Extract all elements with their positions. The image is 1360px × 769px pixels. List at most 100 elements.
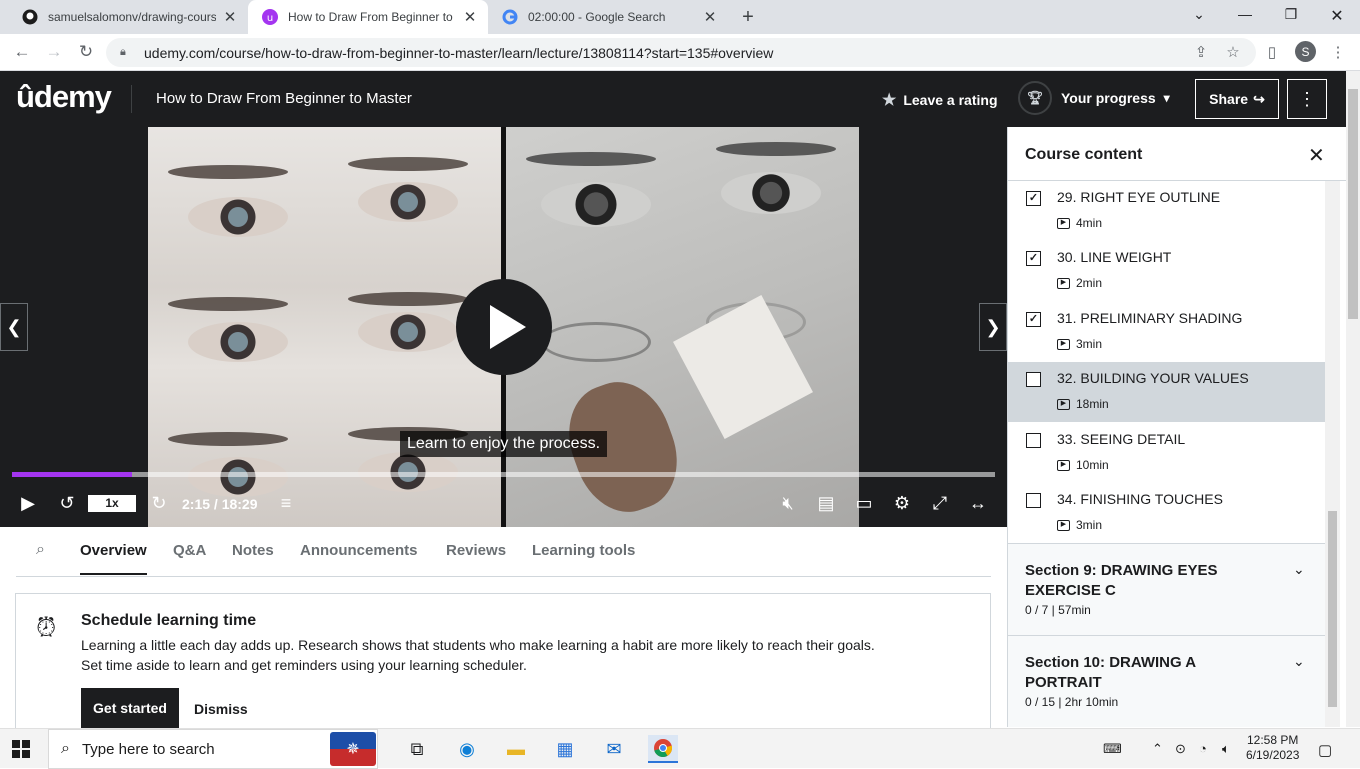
tab-reviews[interactable]: Reviews [446, 542, 506, 559]
notifications-icon[interactable]: ▢ [1318, 741, 1332, 759]
mail-icon[interactable]: ✉ [599, 735, 629, 763]
course-title[interactable]: How to Draw From Beginner to Master [156, 90, 412, 107]
edge-browser-icon[interactable]: ◉ [452, 735, 482, 763]
lecture-item[interactable]: ✓ 30. LINE WEIGHT ▶ 2min [1008, 241, 1326, 301]
clock-time: 12:58 PM [1247, 733, 1299, 747]
system-clock[interactable]: 12:58 PM 6/19/2023 [1246, 733, 1299, 763]
close-tab-icon[interactable]: ✕ [222, 8, 238, 26]
restore-icon[interactable]: ❐ [1276, 6, 1306, 23]
get-started-button[interactable]: Get started [81, 688, 179, 728]
wifi-icon[interactable]: ◔ [1199, 741, 1207, 756]
side-panel-icon[interactable]: ▯ [1262, 43, 1282, 61]
lecture-item[interactable]: ✓ 31. PRELIMINARY SHADING ▶ 3min [1008, 302, 1326, 362]
leave-rating-button[interactable]: ★ Leave a rating [882, 90, 998, 110]
lecture-item[interactable]: 32. BUILDING YOUR VALUES ▶ 18min [1008, 362, 1326, 422]
tray-chevron-up-icon[interactable]: ⌃ [1152, 741, 1163, 757]
progress-bar[interactable] [12, 472, 995, 477]
close-sidebar-icon[interactable]: ✕ [1308, 143, 1325, 168]
fullscreen-icon[interactable]: ⤢ [928, 493, 952, 514]
keyboard-icon[interactable]: ⌨ [1103, 741, 1122, 757]
browser-tab-google[interactable]: 02:00:00 - Google Search ✕ [488, 0, 728, 34]
captions-icon[interactable]: ▭ [852, 493, 876, 514]
tab-search-chevron-icon[interactable]: ⌄ [1184, 6, 1214, 23]
browser-tab-udemy[interactable]: u How to Draw From Beginner to M ✕ [248, 0, 488, 34]
close-tab-icon[interactable]: ✕ [462, 8, 478, 26]
tab-qa[interactable]: Q&A [173, 542, 206, 559]
dismiss-button[interactable]: Dismiss [194, 701, 248, 717]
previous-lecture-button[interactable]: ❮ [0, 303, 28, 351]
add-note-icon[interactable]: ≡ [274, 493, 298, 514]
lecture-checkbox[interactable]: ✓ [1026, 312, 1041, 327]
browser-tab-github[interactable]: samuelsalomonv/drawing-course ✕ [8, 0, 248, 34]
header-divider [131, 85, 132, 113]
next-lecture-button[interactable]: ❯ [979, 303, 1007, 351]
lecture-checkbox[interactable]: ✓ [1026, 191, 1041, 206]
chrome-taskbar-icon[interactable] [648, 735, 678, 763]
lecture-duration-text: 3min [1076, 518, 1103, 532]
sidebar-scrollbar[interactable] [1325, 181, 1340, 727]
chrome-menu-icon[interactable]: ⋮ [1328, 43, 1348, 61]
transcript-icon[interactable]: ▤ [814, 493, 838, 514]
minimize-icon[interactable]: — [1230, 6, 1260, 22]
share-button[interactable]: Share ↪ [1195, 79, 1279, 119]
section-item[interactable]: Section 10: DRAWING A PORTRAIT 0 / 15 | … [1008, 635, 1326, 727]
lecture-checkbox[interactable] [1026, 372, 1041, 387]
rewind-5-icon[interactable]: ↺ [55, 493, 79, 514]
lecture-checkbox[interactable]: ✓ [1026, 251, 1041, 266]
network-icon[interactable]: ⊙ [1175, 741, 1186, 757]
microsoft-store-icon[interactable]: ▦ [550, 735, 580, 763]
course-content-sidebar: Course content ✕ ✓ 29. RIGHT EYE OUTLINE ▶… [1007, 127, 1346, 727]
tab-notes[interactable]: Notes [232, 542, 274, 559]
video-player[interactable]: ❮ ❯ Learn to enjoy the process. ▶ ↺ 1x ↻… [0, 127, 1007, 527]
tab-learning-tools[interactable]: Learning tools [532, 542, 635, 559]
taskbar-search-box[interactable]: ⌕ Type here to search [48, 729, 378, 769]
more-options-button[interactable]: ⋮ [1287, 79, 1327, 119]
lecture-item[interactable]: ✓ 29. RIGHT EYE OUTLINE ▶ 4min [1008, 181, 1326, 241]
schedule-title: Schedule learning time [81, 612, 257, 629]
tab-announcements[interactable]: Announcements [300, 542, 418, 559]
search-icon[interactable]: ⌕ [36, 541, 45, 559]
share-page-icon[interactable]: ⇪ [1191, 43, 1211, 61]
speaker-icon[interactable]: 🔈︎ [1222, 741, 1230, 757]
lecture-duration: ▶ 10min [1057, 458, 1109, 472]
schedule-description: Learning a little each day adds up. Rese… [81, 635, 941, 675]
page-scrollbar[interactable] [1346, 71, 1360, 727]
forward-5-icon[interactable]: ↻ [147, 493, 171, 514]
lecture-item[interactable]: 33. SEEING DETAIL ▶ 10min [1008, 423, 1326, 483]
url-omnibox[interactable]: 🔒︎ udemy.com/course/how-to-draw-from-beg… [106, 38, 1256, 67]
bookmark-star-icon[interactable]: ☆ [1223, 43, 1243, 61]
your-progress-button[interactable]: 🏆︎ Your progress ▾ [1018, 81, 1170, 115]
taskbar-search-placeholder: Type here to search [81, 740, 215, 758]
reload-icon[interactable]: ↻ [75, 42, 97, 62]
close-window-icon[interactable]: ✕ [1322, 6, 1352, 26]
lecture-item[interactable]: 34. FINISHING TOUCHES ▶ 3min [1008, 483, 1326, 543]
time-display: 2:15 / 18:29 [182, 496, 258, 512]
video-play-icon: ▶ [1057, 217, 1070, 229]
news-widget-icon[interactable]: ✵ [330, 732, 376, 766]
tab-overview[interactable]: Overview [80, 542, 147, 575]
scrollbar-thumb[interactable] [1348, 89, 1358, 319]
muted-volume-icon[interactable]: 🔇︎ [776, 493, 800, 514]
file-explorer-icon[interactable]: ▬ [501, 735, 531, 763]
lecture-title: 34. FINISHING TOUCHES [1057, 491, 1223, 507]
new-tab-icon[interactable]: + [737, 6, 759, 29]
play-icon[interactable]: ▶ [16, 493, 40, 514]
profile-avatar[interactable]: S [1295, 41, 1316, 62]
back-arrow-icon[interactable]: ← [11, 42, 33, 62]
windows-start-icon[interactable] [12, 740, 30, 758]
playback-rate-button[interactable]: 1x [88, 495, 136, 512]
expand-width-icon[interactable]: ↔ [966, 493, 990, 514]
lecture-checkbox[interactable] [1026, 433, 1041, 448]
task-view-icon[interactable]: ⧉ [402, 735, 432, 763]
lecture-checkbox[interactable] [1026, 493, 1041, 508]
section-item[interactable]: Section 9: DRAWING EYES EXERCISE C 0 / 7… [1008, 543, 1326, 635]
forward-arrow-icon[interactable]: → [43, 42, 65, 62]
big-play-button[interactable] [456, 279, 552, 375]
your-progress-label: Your progress [1061, 90, 1156, 106]
sidebar-header: Course content ✕ [1008, 127, 1346, 181]
close-tab-icon[interactable]: ✕ [702, 8, 718, 26]
settings-gear-icon[interactable]: ⚙ [890, 493, 914, 514]
lecture-duration-text: 3min [1076, 337, 1103, 351]
udemy-logo[interactable]: ûdemy [16, 79, 112, 115]
scrollbar-thumb[interactable] [1328, 511, 1337, 707]
